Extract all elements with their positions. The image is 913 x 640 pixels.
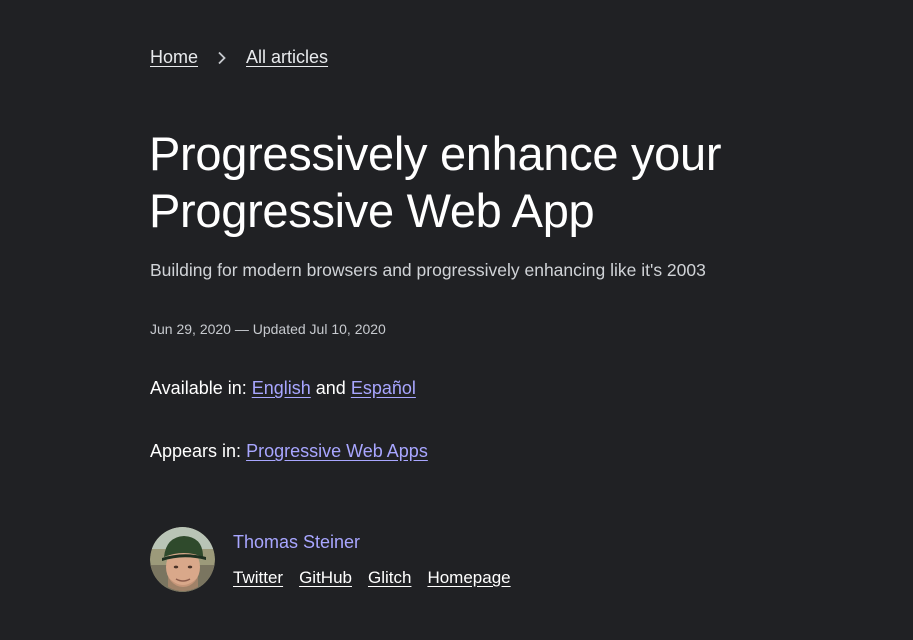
breadcrumb: Home All articles [150,47,328,68]
appears-in: Appears in: Progressive Web Apps [150,441,428,462]
available-label: Available in: [150,378,252,398]
author-link-github[interactable]: GitHub [299,568,352,588]
breadcrumb-home-link[interactable]: Home [150,47,198,68]
available-languages: Available in: English and Español [150,378,416,399]
avatar [150,527,215,592]
article-subtitle: Building for modern browsers and progres… [150,260,706,280]
available-joiner: and [310,378,351,398]
page-title: Progressively enhance your Progressive W… [149,127,722,237]
language-link-english[interactable]: English [252,378,311,398]
article-dates: Jun 29, 2020 — Updated Jul 10, 2020 [150,321,386,337]
breadcrumb-all-articles-link[interactable]: All articles [246,47,328,68]
collection-link-pwa[interactable]: Progressive Web Apps [246,441,428,461]
author-link-homepage[interactable]: Homepage [427,568,510,588]
author-card: Thomas Steiner Twitter GitHub Glitch Hom… [150,527,511,592]
author-info: Thomas Steiner Twitter GitHub Glitch Hom… [233,532,511,588]
language-link-espanol[interactable]: Español [351,378,416,398]
author-name-link[interactable]: Thomas Steiner [233,532,511,553]
author-link-glitch[interactable]: Glitch [368,568,411,588]
appears-label: Appears in: [150,441,247,461]
chevron-right-icon [198,48,246,68]
article-page: Home All articles Progressively enhance … [0,0,913,640]
author-links: Twitter GitHub Glitch Homepage [233,568,511,588]
author-link-twitter[interactable]: Twitter [233,568,283,588]
